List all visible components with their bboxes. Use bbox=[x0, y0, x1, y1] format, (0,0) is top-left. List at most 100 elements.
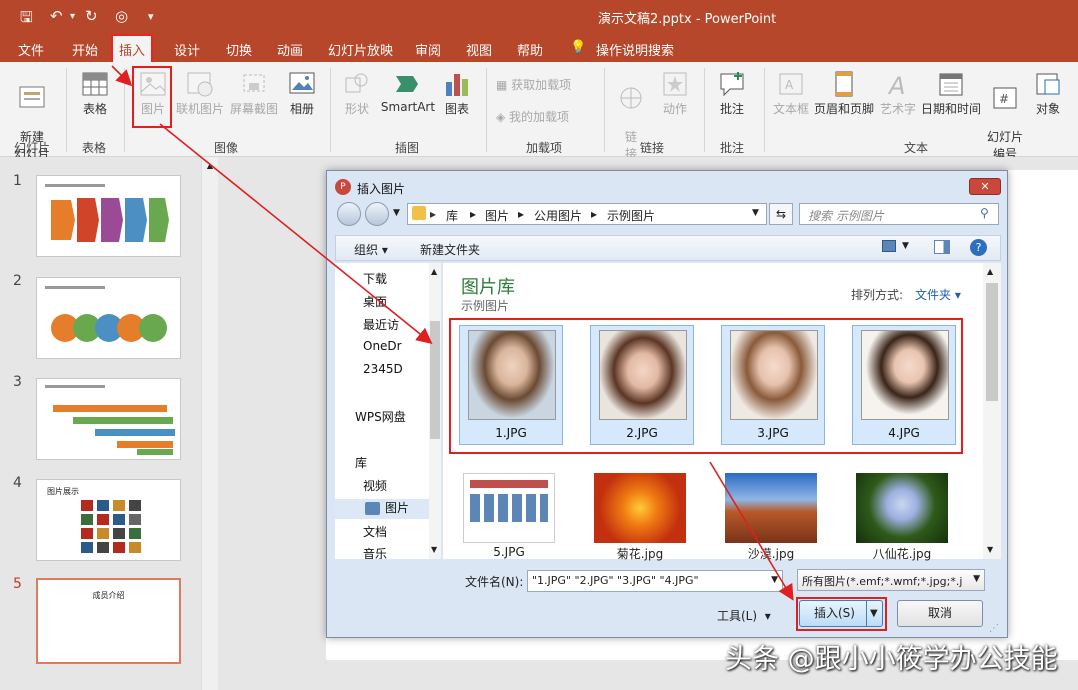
nav-item-2345[interactable]: 2345D bbox=[363, 362, 427, 376]
online-picture-button[interactable]: 联机图片 bbox=[175, 70, 225, 117]
organize-button[interactable]: 组织 ▾ bbox=[354, 241, 388, 258]
file-list-scrollbar[interactable]: ▲ ▼ bbox=[983, 263, 1001, 559]
search-box[interactable]: 搜索 示例图片 ⚲ bbox=[799, 203, 999, 225]
nav-item-wps[interactable]: WPS网盘 bbox=[355, 408, 427, 425]
nav-item-onedrive[interactable]: OneDr bbox=[363, 339, 427, 353]
tab-transitions[interactable]: 切换 bbox=[226, 40, 252, 59]
view-icon[interactable] bbox=[882, 240, 896, 252]
undo-dropdown-icon[interactable]: ▾ bbox=[70, 11, 75, 22]
resize-grip-icon[interactable]: ⋰ bbox=[989, 623, 999, 634]
slide-thumbnail-5[interactable]: 成员介绍 bbox=[36, 578, 181, 664]
undo-icon[interactable]: ↶ bbox=[50, 7, 63, 25]
tab-insert[interactable]: 插入 bbox=[111, 34, 154, 64]
file-tile-1[interactable]: 1.JPG bbox=[459, 325, 563, 445]
svg-text:A: A bbox=[887, 72, 905, 98]
my-addins-button[interactable]: ◈ 我的加载项 bbox=[496, 108, 596, 125]
forward-button[interactable] bbox=[365, 202, 389, 226]
present-icon[interactable]: ◎ bbox=[115, 7, 128, 25]
redo-icon[interactable]: ↻ bbox=[85, 7, 98, 25]
nav-item-music[interactable]: 音乐 bbox=[363, 545, 427, 559]
preview-pane-icon[interactable] bbox=[934, 240, 950, 254]
scroll-up-icon[interactable]: ▲ bbox=[987, 267, 993, 276]
file-name[interactable]: 5.JPG bbox=[461, 545, 557, 559]
file-name[interactable]: 八仙花.jpg bbox=[854, 545, 950, 562]
slide-thumbnail-3[interactable] bbox=[36, 378, 181, 460]
tab-file[interactable]: 文件 bbox=[18, 40, 44, 59]
address-bar[interactable]: ▸ 库 ▸ 图片 ▸ 公用图片 ▸ 示例图片 ▼ bbox=[407, 203, 767, 225]
tab-design[interactable]: 设计 bbox=[174, 40, 200, 59]
thumbnail-scrollbar[interactable]: ▲ bbox=[201, 157, 218, 690]
header-footer-button[interactable]: 页眉和页脚 bbox=[812, 70, 876, 117]
get-addins-button[interactable]: ▦ 获取加载项 bbox=[496, 76, 596, 93]
photo-thumbnail[interactable] bbox=[856, 473, 948, 543]
sort-dropdown[interactable]: 文件夹 ▾ bbox=[915, 286, 961, 303]
slide-thumbnail-1[interactable] bbox=[36, 175, 181, 257]
tab-review[interactable]: 审阅 bbox=[415, 40, 441, 59]
back-button[interactable] bbox=[337, 202, 361, 226]
file-tile-4[interactable]: 4.JPG bbox=[852, 325, 956, 445]
comment-button[interactable]: 批注 bbox=[714, 70, 750, 117]
nav-item-pictures[interactable]: 图片 bbox=[335, 499, 429, 519]
nav-scrollbar[interactable]: ▲ ▼ bbox=[429, 263, 441, 559]
table-button[interactable]: 表格 bbox=[76, 70, 114, 117]
action-icon bbox=[663, 72, 687, 96]
header-footer-label: 页眉和页脚 bbox=[813, 102, 874, 116]
photo-thumbnail[interactable] bbox=[725, 473, 817, 543]
screenshot-button[interactable]: 屏幕截图 bbox=[228, 70, 280, 117]
nav-item-documents[interactable]: 文档 bbox=[363, 523, 427, 540]
file-scroll-thumb[interactable] bbox=[986, 283, 998, 401]
breadcrumb-public-pictures[interactable]: 公用图片 bbox=[534, 207, 582, 224]
refresh-button[interactable]: ⇆ bbox=[769, 203, 793, 225]
shapes-button[interactable]: 形状 bbox=[340, 70, 374, 117]
scroll-up-icon[interactable]: ▲ bbox=[431, 267, 437, 276]
tab-home[interactable]: 开始 bbox=[72, 40, 98, 59]
slide-thumbnail-4[interactable]: 图片展示 bbox=[36, 479, 181, 561]
file-name[interactable]: 沙漠.jpg bbox=[723, 545, 819, 562]
nav-item-recent[interactable]: 最近访 bbox=[363, 316, 427, 333]
chart-button[interactable]: 图表 bbox=[440, 70, 474, 117]
object-button[interactable]: 对象 bbox=[1030, 70, 1066, 117]
file-name[interactable]: 菊花.jpg bbox=[592, 545, 688, 562]
nav-item-desktop[interactable]: 桌面 bbox=[363, 293, 427, 310]
photo-thumbnail[interactable] bbox=[594, 473, 686, 543]
filetype-dropdown-icon[interactable]: ▼ bbox=[973, 574, 980, 584]
tools-button[interactable]: 工具(L) ▾ bbox=[717, 607, 771, 624]
nav-item-videos[interactable]: 视频 bbox=[363, 477, 427, 494]
tab-slideshow[interactable]: 幻灯片放映 bbox=[328, 40, 393, 59]
scroll-down-icon[interactable]: ▼ bbox=[987, 545, 993, 554]
filetype-select[interactable]: 所有图片(*.emf;*.wmf;*.jpg;*.j ▼ bbox=[797, 569, 985, 591]
breadcrumb-pictures[interactable]: 图片 bbox=[485, 207, 509, 224]
breadcrumb-sample-pictures[interactable]: 示例图片 bbox=[607, 207, 655, 224]
tab-view[interactable]: 视图 bbox=[466, 40, 492, 59]
file-tile-2[interactable]: 2.JPG bbox=[590, 325, 694, 445]
file-tile-3[interactable]: 3.JPG bbox=[721, 325, 825, 445]
nav-item-libraries[interactable]: 库 bbox=[355, 454, 419, 471]
tell-me-search[interactable]: 操作说明搜索 bbox=[596, 40, 674, 59]
filename-input[interactable]: "1.JPG" "2.JPG" "3.JPG" "4.JPG" ▼ bbox=[527, 570, 783, 592]
slide-number-button[interactable]: # 幻灯片 编号 bbox=[984, 70, 1026, 162]
view-dropdown-icon[interactable]: ▼ bbox=[902, 241, 909, 251]
wordart-button[interactable]: A 艺术字 bbox=[878, 70, 918, 117]
smartart-button[interactable]: SmartArt bbox=[380, 70, 436, 114]
album-button[interactable]: 相册 bbox=[284, 70, 320, 117]
scroll-down-icon[interactable]: ▼ bbox=[431, 545, 437, 554]
nav-scroll-thumb[interactable] bbox=[430, 321, 440, 439]
breadcrumb-library[interactable]: 库 bbox=[446, 207, 458, 224]
history-dropdown-icon[interactable]: ▼ bbox=[393, 208, 400, 218]
scroll-up-icon[interactable]: ▲ bbox=[204, 161, 216, 173]
slide-thumbnail-2[interactable] bbox=[36, 277, 181, 359]
nav-item-downloads[interactable]: 下载 bbox=[363, 270, 427, 287]
close-button[interactable]: ✕ bbox=[969, 178, 1001, 195]
help-icon[interactable]: ? bbox=[970, 239, 987, 256]
new-folder-button[interactable]: 新建文件夹 bbox=[420, 241, 480, 258]
tab-help[interactable]: 帮助 bbox=[517, 40, 543, 59]
customize-icon[interactable]: ▾ bbox=[148, 10, 154, 23]
address-dropdown-icon[interactable]: ▼ bbox=[752, 208, 759, 218]
action-button[interactable]: 动作 bbox=[658, 70, 692, 117]
datetime-button[interactable]: 日期和时间 bbox=[920, 70, 982, 117]
filename-dropdown-icon[interactable]: ▼ bbox=[771, 575, 778, 585]
tab-animations[interactable]: 动画 bbox=[277, 40, 303, 59]
cancel-button[interactable]: 取消 bbox=[897, 600, 983, 627]
textbox-button[interactable]: A 文本框 bbox=[772, 70, 810, 117]
save-icon[interactable]: 🖫 bbox=[20, 7, 33, 32]
